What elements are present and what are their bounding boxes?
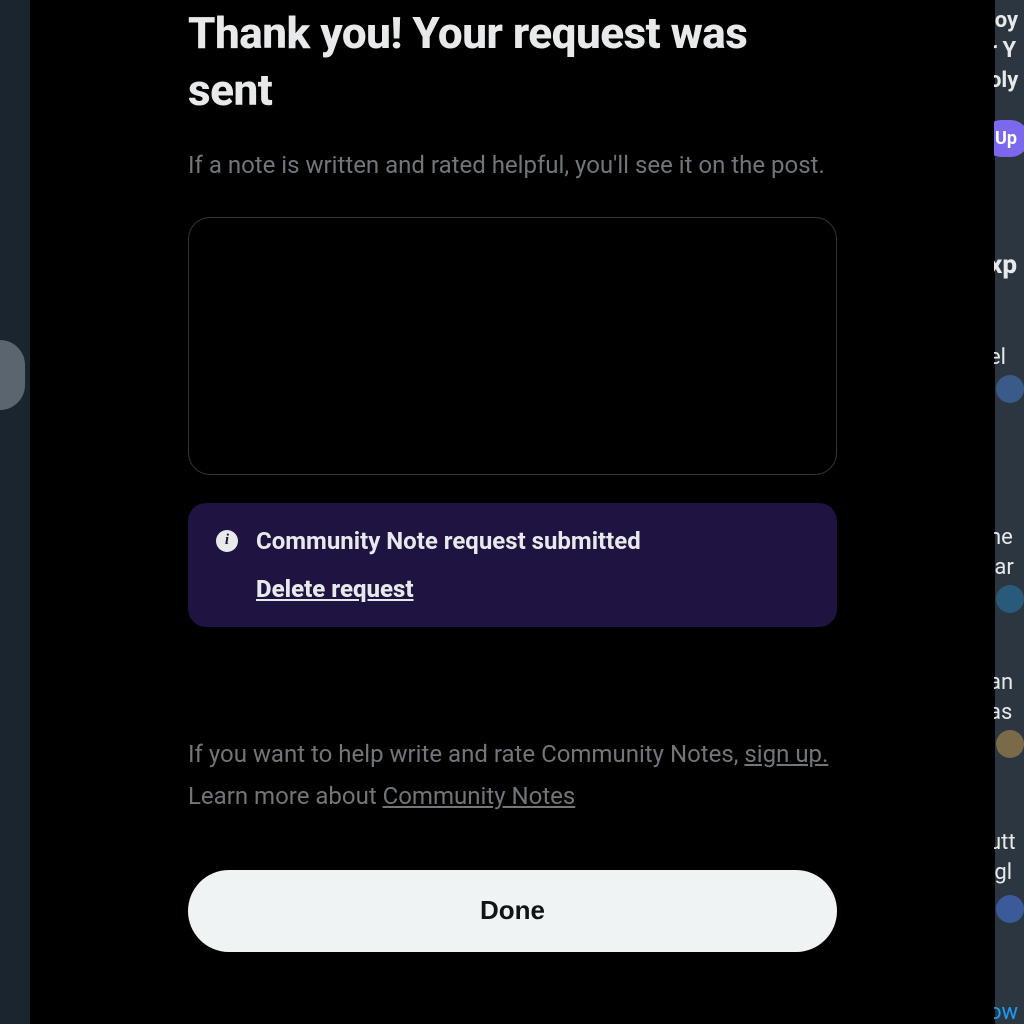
info-status-box: Community Note request submitted Delete … bbox=[188, 503, 837, 627]
bg-text-fragment: oly bbox=[994, 68, 1018, 93]
avatar-small bbox=[996, 375, 1024, 403]
info-status-text: Community Note request submitted bbox=[256, 527, 641, 555]
avatar-small bbox=[996, 730, 1024, 758]
help-text: If you want to help write and rate Commu… bbox=[188, 737, 837, 772]
bg-text-fragment: igl bbox=[994, 860, 1012, 885]
upgrade-button-partial[interactable]: Up bbox=[994, 120, 1024, 157]
modal-title: Thank you! Your request was sent bbox=[188, 5, 837, 119]
background-right-strip: joy r Y oly Up xp el ne lar an as utt ig… bbox=[994, 0, 1024, 1024]
learn-prefix: Learn more about bbox=[188, 782, 383, 810]
bg-show-more-link[interactable]: ow bbox=[994, 1000, 1018, 1024]
bg-text-fragment: lar bbox=[994, 555, 1014, 580]
modal-backdrop: Thank you! Your request was sent If a no… bbox=[0, 0, 1024, 1024]
learn-more-text: Learn more about Community Notes bbox=[188, 782, 837, 810]
sign-up-link[interactable]: sign up. bbox=[744, 740, 828, 768]
done-button[interactable]: Done bbox=[188, 870, 837, 952]
bg-text-fragment: el bbox=[994, 345, 1006, 370]
community-note-confirmation-modal: Thank you! Your request was sent If a no… bbox=[30, 0, 995, 1024]
bg-text-fragment: ne bbox=[994, 525, 1013, 550]
avatar-partial bbox=[0, 340, 25, 410]
info-icon bbox=[216, 530, 238, 552]
bg-text-fragment: xp bbox=[994, 250, 1017, 280]
avatar-small bbox=[996, 585, 1024, 613]
bg-text-fragment: joy bbox=[994, 8, 1018, 33]
background-left-strip bbox=[0, 0, 30, 1024]
bg-text-fragment: an bbox=[994, 670, 1013, 695]
modal-subtitle: If a note is written and rated helpful, … bbox=[188, 149, 837, 183]
info-box-header: Community Note request submitted bbox=[216, 527, 809, 555]
post-preview-box bbox=[188, 217, 837, 475]
delete-request-link[interactable]: Delete request bbox=[256, 575, 414, 603]
bg-text-fragment: r Y bbox=[994, 38, 1016, 63]
community-notes-link[interactable]: Community Notes bbox=[383, 782, 576, 810]
avatar-small bbox=[996, 895, 1024, 923]
help-text-prefix: If you want to help write and rate Commu… bbox=[188, 740, 744, 768]
bg-text-fragment: as bbox=[994, 700, 1012, 725]
bg-text-fragment: utt bbox=[994, 830, 1016, 855]
